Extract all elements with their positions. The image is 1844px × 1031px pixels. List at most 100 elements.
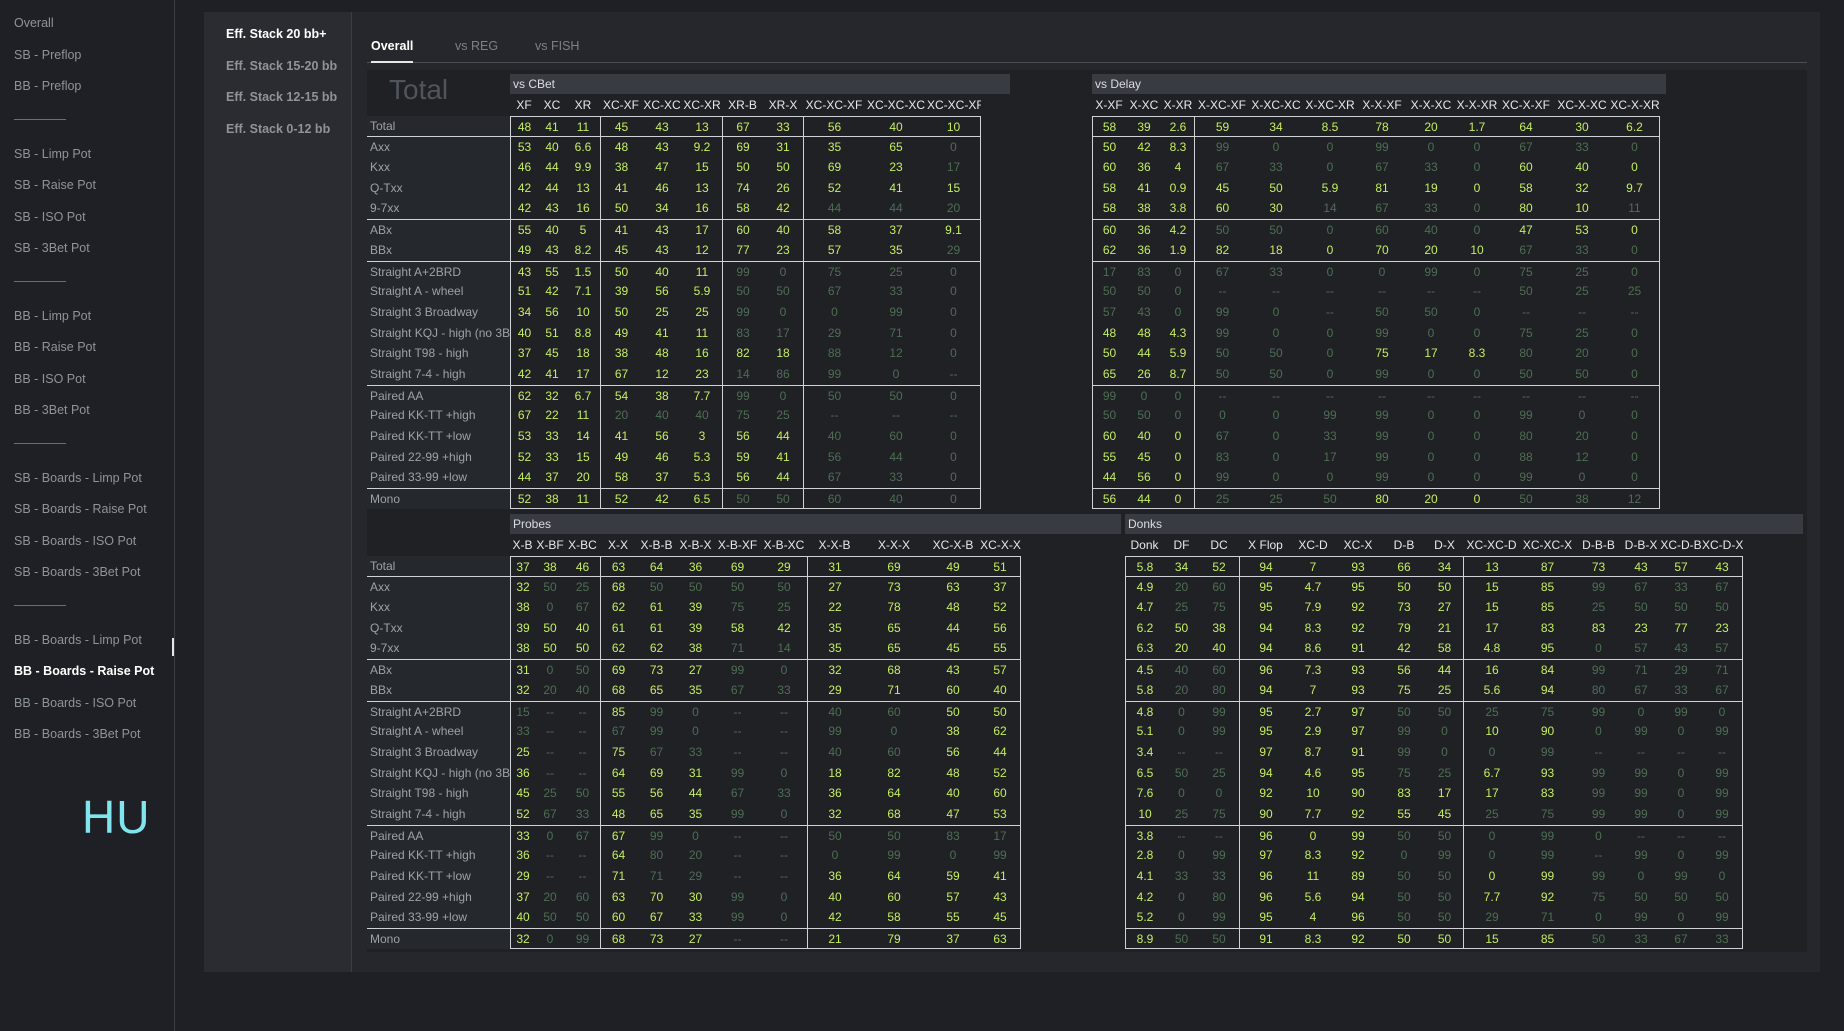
probes-value: 21 (807, 928, 862, 949)
sidebar-item-sb-limp-pot[interactable]: SB - Limp Pot (14, 147, 91, 161)
row-label: Paired KK-TT +high (367, 845, 510, 866)
delay-value: 0 (1194, 405, 1250, 426)
donks-value: 71 (1540, 910, 1555, 925)
cbet-value: 82 (722, 343, 763, 364)
sidebar-item-bb-boards-raise-pot[interactable]: BB - Boards - Raise Pot (14, 664, 154, 678)
donks-value: 50 (1674, 600, 1688, 615)
delay-value: 0 (1610, 363, 1660, 385)
donks-value: 11 (1306, 869, 1320, 883)
stack-filter-eff-stack-12-15-bb[interactable]: Eff. Stack 12-15 bb (226, 90, 337, 104)
sidebar-item-bb-preflop[interactable]: BB - Preflop (14, 79, 81, 93)
sidebar-item-overall[interactable]: Overall (14, 16, 54, 30)
sidebar-item-bb-iso-pot[interactable]: BB - ISO Pot (14, 372, 86, 386)
sidebar-item-bb-boards-limp-pot[interactable]: BB - Boards - Limp Pot (14, 633, 142, 647)
cbet-value: 67 (600, 363, 642, 385)
donks-value: 99 (1634, 848, 1648, 863)
delay-value: 60 (1358, 219, 1406, 240)
cbet-value: 25 (655, 304, 669, 319)
donks-value: 55 (1397, 806, 1411, 821)
probes-value: 37 (926, 928, 980, 949)
donks-value: 5.6 (1304, 889, 1322, 904)
probes-value: 38 (946, 724, 960, 739)
donks-value: 75 (1397, 682, 1411, 697)
donks-value: 97 (1239, 845, 1292, 866)
delay-value: 99 (1323, 408, 1337, 423)
tab-vs-fish[interactable]: vs FISH (535, 39, 579, 53)
cbet-value: 46 (510, 157, 538, 178)
cbet-value: 37 (510, 343, 538, 364)
cbet-value: 56 (655, 284, 669, 299)
row-label: ABx (367, 659, 510, 680)
delay-value: 0 (1473, 408, 1481, 423)
probes-value: 68 (600, 576, 636, 598)
donks-value: 25 (1174, 806, 1189, 821)
delay-value: 0 (1473, 429, 1481, 443)
probes-value: 69 (649, 765, 664, 780)
probes-value: 50 (761, 576, 807, 597)
cbet-value: 17 (576, 366, 590, 381)
delay-value: 8.3 (1162, 136, 1194, 157)
donks-value: 4.8 (1463, 638, 1520, 660)
cbet-value: 77 (722, 239, 763, 261)
tab-vs-reg[interactable]: vs REG (455, 39, 498, 53)
probes-col-header: X-X-X (877, 538, 910, 552)
donks-value: 91 (1351, 641, 1365, 656)
report-sidebar: Overall SB - Preflop BB - Preflop SB - Limp… (0, 0, 175, 1031)
sidebar-item-sb-boards-3bet-pot[interactable]: SB - Boards - 3Bet Pot (14, 565, 140, 579)
row-label: Paired 33-99 +low (367, 467, 510, 489)
row-label: Straight 3 Broadway (367, 301, 510, 323)
donks-value: 99 (1634, 806, 1648, 821)
probes-value: -- (578, 765, 587, 780)
delay-value: 67 (1375, 201, 1389, 216)
delay-value: 99 (1519, 408, 1533, 423)
probes-value: -- (546, 848, 554, 863)
sidebar-item-bb-raise-pot[interactable]: BB - Raise Pot (14, 340, 96, 354)
stack-filter-eff-stack-15-20-bb[interactable]: Eff. Stack 15-20 bb (226, 59, 337, 73)
row-label: Straight T98 - high (367, 783, 510, 804)
donks-value: 94 (1351, 889, 1365, 904)
donks-col-header: XC-XC-D (1466, 538, 1517, 552)
cbet-value: 58 (803, 219, 865, 240)
cbet-value: 43 (642, 115, 682, 137)
donks-value: 13 (1463, 555, 1520, 577)
sidebar-item-sb-boards-iso-pot[interactable]: SB - Boards - ISO Pot (14, 534, 136, 548)
probes-value: 36 (807, 866, 862, 887)
delay-value: 0 (1162, 488, 1194, 509)
donks-value: 99 (1702, 845, 1743, 866)
probes-value: -- (761, 928, 807, 949)
sidebar-item-sb-raise-pot[interactable]: SB - Raise Pot (14, 178, 96, 192)
donks-value: 0 (1595, 641, 1602, 656)
sidebar-item-bb-3bet-pot[interactable]: BB - 3Bet Pot (14, 403, 90, 417)
delay-value: 0 (1174, 284, 1182, 299)
stack-filter-eff-stack-20-bb[interactable]: Eff. Stack 20 bb+ (226, 27, 326, 41)
sidebar-item-bb-boards-iso-pot[interactable]: BB - Boards - ISO Pot (14, 696, 136, 710)
cbet-value: 23 (776, 242, 790, 257)
delay-value: 99 (1375, 429, 1389, 443)
donks-value: 7.7 (1463, 886, 1520, 908)
tab-overall[interactable]: Overall (371, 39, 414, 63)
delay-value: 0 (1473, 180, 1481, 195)
donks-value: 4.9 (1125, 576, 1164, 598)
sidebar-item-bb-boards-3bet-pot[interactable]: BB - Boards - 3Bet Pot (14, 727, 140, 741)
sidebar-item-bb-limp-pot[interactable]: BB - Limp Pot (14, 309, 91, 323)
sidebar-item-sb-boards-limp-pot[interactable]: SB - Boards - Limp Pot (14, 471, 142, 485)
delay-value: 0 (1326, 346, 1334, 361)
sidebar-item-sb-preflop[interactable]: SB - Preflop (14, 48, 81, 62)
cbet-value: 16 (695, 201, 709, 216)
donks-value: 52 (1199, 555, 1239, 577)
probes-value: 67 (565, 824, 600, 846)
delay-value: 0 (1456, 136, 1498, 157)
cbet-value: 50 (865, 384, 927, 406)
cbet-value: 3 (698, 429, 706, 443)
sidebar-item-sb-3bet-pot[interactable]: SB - 3Bet Pot (14, 241, 90, 255)
probes-value: 44 (946, 620, 960, 635)
sidebar-item-sb-boards-raise-pot[interactable]: SB - Boards - Raise Pot (14, 502, 147, 516)
donks-value: 4.7 (1125, 597, 1164, 618)
sidebar-item-sb-iso-pot[interactable]: SB - ISO Pot (14, 210, 86, 224)
delay-value: 4 (1174, 160, 1182, 175)
delay-value: 33 (1250, 260, 1302, 282)
donks-value: 94 (1239, 679, 1292, 701)
cbet-value: 56 (803, 446, 865, 468)
stack-filter-eff-stack-0-12-bb[interactable]: Eff. Stack 0-12 bb (226, 122, 330, 136)
delay-value: 44 (1126, 488, 1162, 509)
